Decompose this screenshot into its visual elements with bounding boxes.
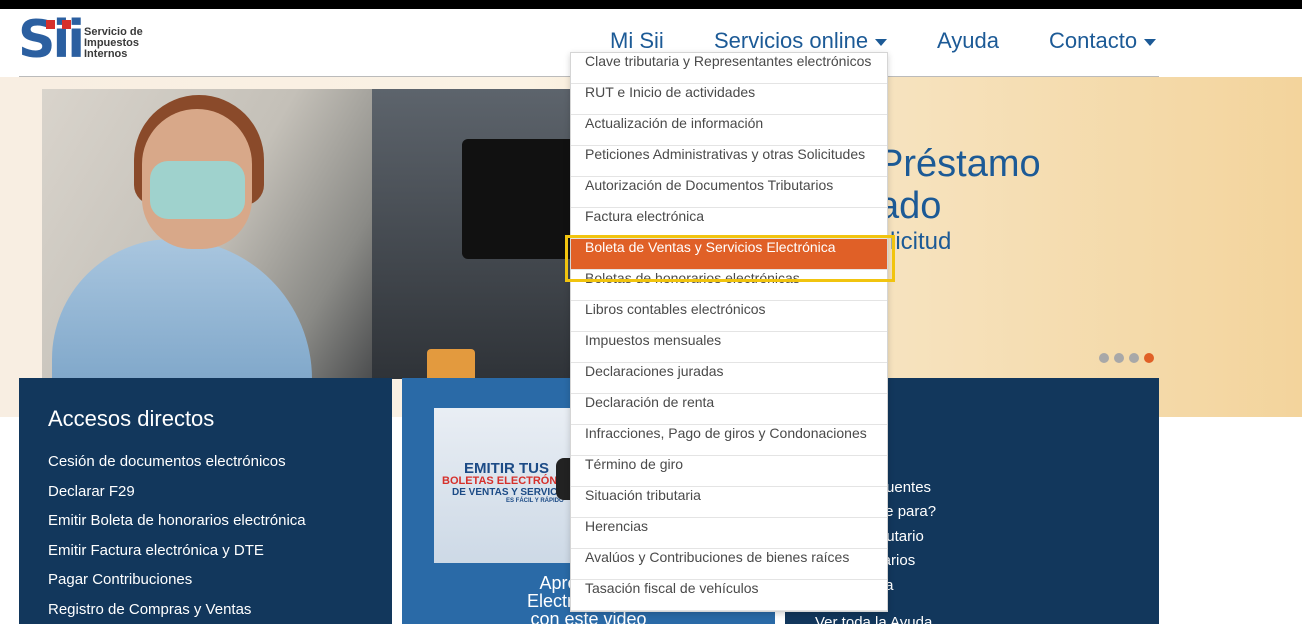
logo-text: Servicio de Impuestos Internos xyxy=(84,27,143,60)
hero-cup xyxy=(427,349,475,379)
nav-contacto-label: Contacto xyxy=(1049,28,1138,53)
quick-link[interactable]: Emitir Factura electrónica y DTE xyxy=(48,542,306,572)
sii-homepage: Sii Servicio de Impuestos Internos Mi Si… xyxy=(0,9,1302,624)
nav-ayuda[interactable]: Ayuda xyxy=(937,28,999,54)
dropdown-item[interactable]: Herencias xyxy=(571,518,887,549)
hero-title[interactable]: Préstamo ado xyxy=(878,143,1041,227)
dropdown-item[interactable]: Declaraciones juradas xyxy=(571,363,887,394)
dropdown-item[interactable]: Declaración de renta xyxy=(571,394,887,425)
dropdown-item[interactable]: Infracciones, Pago de giros y Condonacio… xyxy=(571,425,887,456)
nav-servicios-label: Servicios online xyxy=(714,28,869,53)
carousel-indicators xyxy=(1099,353,1154,363)
carousel-dot[interactable] xyxy=(1129,353,1139,363)
dropdown-item[interactable]: RUT e Inicio de actividades xyxy=(571,84,887,115)
dropdown-item[interactable]: Término de giro xyxy=(571,456,887,487)
dropdown-item[interactable]: Autorización de Documentos Tributarios xyxy=(571,177,887,208)
hero-person-jacket xyxy=(52,239,312,379)
accesos-directos-panel: Accesos directos Cesión de documentos el… xyxy=(19,378,392,624)
hero-image[interactable] xyxy=(42,89,602,379)
ver-toda-ayuda-link[interactable]: Ver toda la Ayuda xyxy=(815,614,932,624)
video-caption-line-3: con este video xyxy=(530,609,647,624)
promo-line-4: ES FÁCIL Y RÁPIDO xyxy=(506,498,564,504)
chevron-down-icon xyxy=(1144,39,1157,46)
quick-link[interactable]: Cesión de documentos electrónicos xyxy=(48,453,306,483)
hero-face-mask xyxy=(150,161,245,219)
sii-logo-mark: Sii xyxy=(18,14,85,70)
logo-dot-1 xyxy=(46,20,55,29)
accesos-directos-list: Cesión de documentos electrónicos Declar… xyxy=(48,453,306,624)
highlight-box xyxy=(565,235,895,282)
hero-subtitle: licitud xyxy=(890,228,952,255)
dropdown-item[interactable]: Peticiones Administrativas y otras Solic… xyxy=(571,146,887,177)
quick-link[interactable]: Pagar Contribuciones xyxy=(48,571,306,601)
nav-contacto[interactable]: Contacto xyxy=(1049,28,1157,54)
nav-mi-sii[interactable]: Mi Sii xyxy=(610,28,664,54)
dropdown-item[interactable]: Actualización de información xyxy=(571,115,887,146)
sii-logo[interactable]: Sii Servicio de Impuestos Internos xyxy=(18,14,143,70)
dropdown-item[interactable]: Clave tributaria y Representantes electr… xyxy=(571,53,887,84)
dropdown-item[interactable]: Situación tributaria xyxy=(571,487,887,518)
quick-link[interactable]: Registro de Compras y Ventas xyxy=(48,601,306,624)
carousel-dot-active[interactable] xyxy=(1144,353,1154,363)
nav-servicios-online[interactable]: Servicios online xyxy=(714,28,888,54)
logo-dot-2 xyxy=(62,20,71,29)
nav-mi-sii-label: Mi Sii xyxy=(610,28,664,53)
dropdown-item[interactable]: Avalúos y Contribuciones de bienes raíce… xyxy=(571,549,887,580)
dropdown-item[interactable]: Tasación fiscal de vehículos xyxy=(571,580,887,611)
nav-ayuda-label: Ayuda xyxy=(937,28,999,53)
logo-text-line-3: Internos xyxy=(84,48,128,60)
chevron-down-icon xyxy=(875,39,888,46)
quick-link[interactable]: Emitir Boleta de honorarios electrónica xyxy=(48,512,306,542)
servicios-online-dropdown: Clave tributaria y Representantes electr… xyxy=(570,52,888,612)
accesos-directos-title: Accesos directos xyxy=(48,406,215,431)
hero-title-line-2: ado xyxy=(878,185,942,227)
quick-link[interactable]: Declarar F29 xyxy=(48,483,306,513)
carousel-dot[interactable] xyxy=(1114,353,1124,363)
carousel-dot[interactable] xyxy=(1099,353,1109,363)
dropdown-item[interactable]: Libros contables electrónicos xyxy=(571,301,887,332)
hero-title-line-1: Préstamo xyxy=(878,143,1041,185)
dropdown-item[interactable]: Impuestos mensuales xyxy=(571,332,887,363)
